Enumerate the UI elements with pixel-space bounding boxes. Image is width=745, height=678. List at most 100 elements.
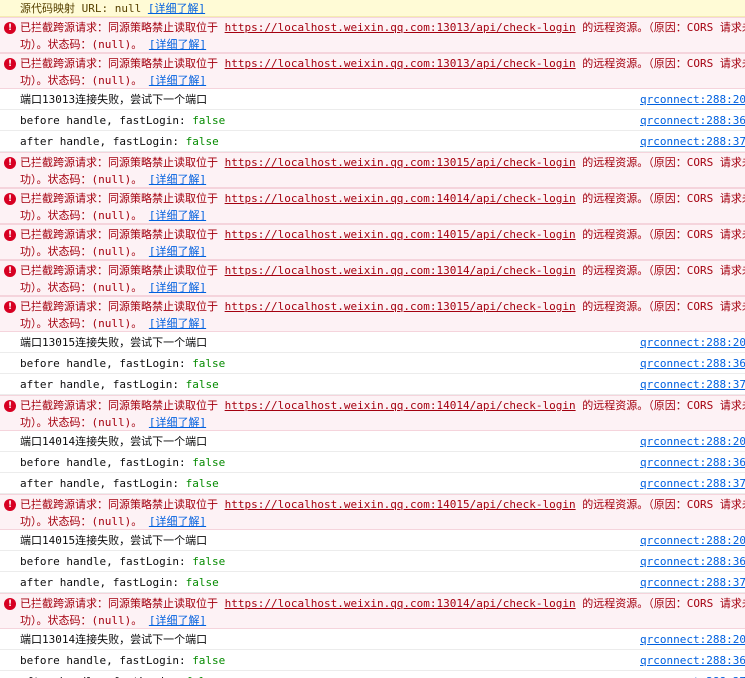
error-line-1: 已拦截跨源请求：同源策略禁止读取位于 https://localhost.wei… <box>20 190 745 207</box>
message-list: ! 已拦截跨源请求：同源策略禁止读取位于 https://localhost.we… <box>0 17 745 678</box>
error-message: ! 已拦截跨源请求：同源策略禁止读取位于 https://localhost.we… <box>0 17 745 53</box>
error-status: 功）。状态码：(null)。 <box>20 614 143 627</box>
error-line-1: 已拦截跨源请求：同源策略禁止读取位于 https://localhost.wei… <box>20 262 745 279</box>
source-location-link[interactable]: qrconnect:288:3699 <box>640 110 745 130</box>
request-url-link[interactable]: https://localhost.weixin.qq.com:13014/ap… <box>225 597 576 610</box>
source-location-link[interactable]: qrconnect:288:2030 <box>640 530 745 550</box>
source-location-link[interactable]: qrconnect:288:3699 <box>640 353 745 373</box>
source-location-link[interactable]: qrconnect:288:2030 <box>640 332 745 352</box>
error-suffix: 的远程资源。（原因：CORS 请求未能成 <box>582 156 745 169</box>
error-line-2: 功）。状态码：(null)。 [详细了解] <box>20 315 745 331</box>
error-line-1: 已拦截跨源请求：同源策略禁止读取位于 https://localhost.wei… <box>20 154 745 171</box>
error-prefix: 已拦截跨源请求：同源策略禁止读取位于 <box>20 228 225 241</box>
source-location-link[interactable]: qrconnect:288:2030 <box>640 89 745 109</box>
log-message: before handle, fastLogin: false qrconnect… <box>0 551 745 572</box>
error-line-2: 功）。状态码：(null)。 [详细了解] <box>20 513 745 529</box>
error-message: ! 已拦截跨源请求：同源策略禁止读取位于 https://localhost.we… <box>0 53 745 89</box>
request-url-link[interactable]: https://localhost.weixin.qq.com:14014/ap… <box>225 399 576 412</box>
error-message: ! 已拦截跨源请求：同源策略禁止读取位于 https://localhost.we… <box>0 395 745 431</box>
source-location-link[interactable]: qrconnect:288:3752 <box>640 131 745 151</box>
log-message: after handle, fastLogin: false qrconnect:… <box>0 374 745 395</box>
error-suffix: 的远程资源。（原因：CORS 请求未能成 <box>582 597 745 610</box>
log-text: before handle, fastLogin: <box>20 555 193 568</box>
log-message: before handle, fastLogin: false qrconnect… <box>0 650 745 671</box>
learn-more-link[interactable]: [详细了解] <box>149 317 206 330</box>
learn-more-link[interactable]: [详细了解] <box>148 2 205 15</box>
error-status: 功）。状态码：(null)。 <box>20 74 143 87</box>
error-line-1: 已拦截跨源请求：同源策略禁止读取位于 https://localhost.wei… <box>20 226 745 243</box>
console-output: 源代码映射 URL: null [详细了解] ! 已拦截跨源请求：同源策略禁止读取… <box>0 0 745 678</box>
error-line-1: 已拦截跨源请求：同源策略禁止读取位于 https://localhost.wei… <box>20 298 745 315</box>
error-icon: ! <box>4 58 16 70</box>
log-text: 端口13015连接失败，尝试下一个端口 <box>20 336 208 349</box>
learn-more-link[interactable]: [详细了解] <box>149 74 206 87</box>
log-text: after handle, fastLogin: <box>20 378 186 391</box>
error-icon: ! <box>4 400 16 412</box>
learn-more-link[interactable]: [详细了解] <box>149 38 206 51</box>
error-status: 功）。状态码：(null)。 <box>20 281 143 294</box>
source-location-link[interactable]: qrconnect:288:2030 <box>640 629 745 649</box>
error-line-2: 功）。状态码：(null)。 [详细了解] <box>20 72 745 88</box>
log-text: before handle, fastLogin: <box>20 654 193 667</box>
error-line-1: 已拦截跨源请求：同源策略禁止读取位于 https://localhost.wei… <box>20 55 745 72</box>
warning-text: 源代码映射 URL: null <box>20 2 142 15</box>
request-url-link[interactable]: https://localhost.weixin.qq.com:13013/ap… <box>225 57 576 70</box>
error-icon: ! <box>4 499 16 511</box>
error-line-2: 功）。状态码：(null)。 [详细了解] <box>20 243 745 259</box>
error-icon: ! <box>4 301 16 313</box>
request-url-link[interactable]: https://localhost.weixin.qq.com:13014/ap… <box>225 264 576 277</box>
source-location-link[interactable]: qrconnect:288:3752 <box>640 473 745 493</box>
error-message: ! 已拦截跨源请求：同源策略禁止读取位于 https://localhost.we… <box>0 494 745 530</box>
log-text: before handle, fastLogin: <box>20 456 193 469</box>
source-location-link[interactable]: qrconnect:288:3752 <box>640 572 745 592</box>
boolean-value: false <box>185 576 219 589</box>
source-location-link[interactable]: qrconnect:288:3699 <box>640 650 745 670</box>
request-url-link[interactable]: https://localhost.weixin.qq.com:14015/ap… <box>225 228 576 241</box>
source-location-link[interactable]: qrconnect:288:3752 <box>640 671 745 678</box>
error-message: ! 已拦截跨源请求：同源策略禁止读取位于 https://localhost.we… <box>0 593 745 629</box>
learn-more-link[interactable]: [详细了解] <box>149 515 206 528</box>
boolean-value: false <box>192 555 226 568</box>
error-prefix: 已拦截跨源请求：同源策略禁止读取位于 <box>20 300 225 313</box>
log-message: 端口14014连接失败，尝试下一个端口 qrconnect:288:2030 <box>0 431 745 452</box>
error-icon: ! <box>4 229 16 241</box>
learn-more-link[interactable]: [详细了解] <box>149 416 206 429</box>
log-message: before handle, fastLogin: false qrconnect… <box>0 110 745 131</box>
source-location-link[interactable]: qrconnect:288:2030 <box>640 431 745 451</box>
log-message: after handle, fastLogin: false qrconnect:… <box>0 572 745 593</box>
log-text: after handle, fastLogin: <box>20 576 186 589</box>
log-message: after handle, fastLogin: falseqrconnect:… <box>0 671 745 678</box>
boolean-value: false <box>185 378 219 391</box>
log-message: 端口13013连接失败，尝试下一个端口 qrconnect:288:2030 <box>0 89 745 110</box>
log-text: before handle, fastLogin: <box>20 114 193 127</box>
request-url-link[interactable]: https://localhost.weixin.qq.com:13013/ap… <box>225 21 576 34</box>
error-prefix: 已拦截跨源请求：同源策略禁止读取位于 <box>20 57 225 70</box>
log-text: 端口13014连接失败，尝试下一个端口 <box>20 633 208 646</box>
source-location-link[interactable]: qrconnect:288:3699 <box>640 452 745 472</box>
learn-more-link[interactable]: [详细了解] <box>149 614 206 627</box>
learn-more-link[interactable]: [详细了解] <box>149 173 206 186</box>
learn-more-link[interactable]: [详细了解] <box>149 245 206 258</box>
log-message: before handle, fastLogin: false qrconnect… <box>0 353 745 374</box>
error-line-2: 功）。状态码：(null)。 [详细了解] <box>20 414 745 430</box>
error-message: ! 已拦截跨源请求：同源策略禁止读取位于 https://localhost.we… <box>0 224 745 260</box>
learn-more-link[interactable]: [详细了解] <box>149 209 206 222</box>
source-location-link[interactable]: qrconnect:288:3752 <box>640 374 745 394</box>
log-text: 端口14015连接失败，尝试下一个端口 <box>20 534 208 547</box>
error-status: 功）。状态码：(null)。 <box>20 245 143 258</box>
error-line-2: 功）。状态码：(null)。 [详细了解] <box>20 612 745 628</box>
learn-more-link[interactable]: [详细了解] <box>149 281 206 294</box>
boolean-value: false <box>192 456 226 469</box>
request-url-link[interactable]: https://localhost.weixin.qq.com:14014/ap… <box>225 192 576 205</box>
request-url-link[interactable]: https://localhost.weixin.qq.com:13015/ap… <box>225 156 576 169</box>
request-url-link[interactable]: https://localhost.weixin.qq.com:14015/ap… <box>225 498 576 511</box>
request-url-link[interactable]: https://localhost.weixin.qq.com:13015/ap… <box>225 300 576 313</box>
error-prefix: 已拦截跨源请求：同源策略禁止读取位于 <box>20 597 225 610</box>
error-message: ! 已拦截跨源请求：同源策略禁止读取位于 https://localhost.we… <box>0 260 745 296</box>
log-message: after handle, fastLogin: falseqrconnect:… <box>0 473 745 494</box>
error-status: 功）。状态码：(null)。 <box>20 317 143 330</box>
log-text: after handle, fastLogin: <box>20 477 186 490</box>
error-suffix: 的远程资源。（原因：CORS 请求未能成 <box>582 57 745 70</box>
source-location-link[interactable]: qrconnect:288:3699 <box>640 551 745 571</box>
error-status: 功）。状态码：(null)。 <box>20 173 143 186</box>
